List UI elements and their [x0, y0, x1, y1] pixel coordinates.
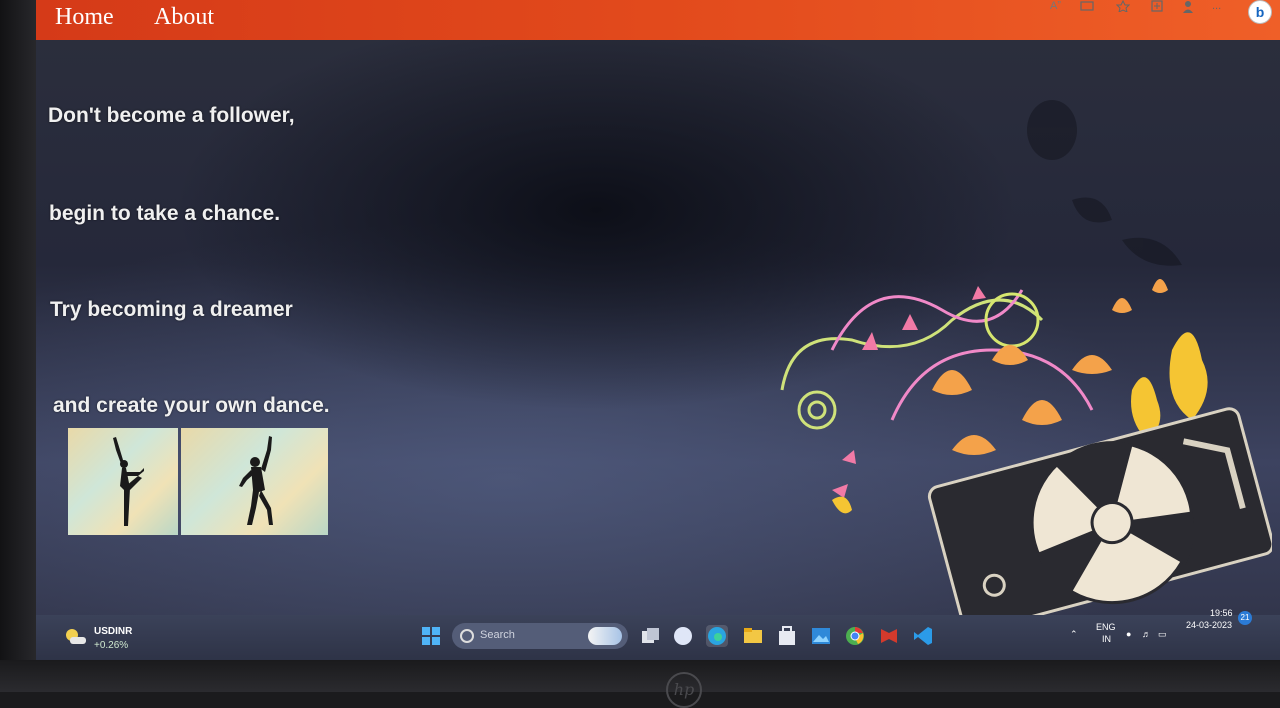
task-view-icon[interactable] [639, 625, 661, 647]
clock-date[interactable]: 24-03-2023 [1186, 620, 1232, 630]
show-hidden-icons-button[interactable]: ⌃ [1070, 629, 1078, 640]
collections-icon[interactable] [1150, 0, 1164, 16]
chrome-icon[interactable] [844, 625, 866, 647]
quote-line-2: begin to take a chance. [49, 202, 281, 225]
wifi-icon[interactable]: ● [1126, 629, 1131, 639]
chat-icon[interactable] [672, 625, 694, 647]
search-icon [460, 629, 474, 643]
photos-icon[interactable] [810, 625, 832, 647]
windows-taskbar: USDINR +0.26% Search ⌃ ENG IN ● ♬ ▭ 19:5… [36, 608, 1280, 660]
dancer-image-1 [68, 428, 178, 535]
notification-badge[interactable]: 21 [1238, 611, 1252, 625]
dancer-silhouette-1 [113, 437, 144, 526]
nav-about-link[interactable]: About [154, 4, 214, 31]
nav-home-link[interactable]: Home [55, 4, 114, 31]
file-explorer-icon[interactable] [742, 625, 764, 647]
ticker-symbol[interactable]: USDINR [94, 626, 132, 637]
weather-widget-icon[interactable] [64, 627, 88, 647]
search-highlight-icon [588, 627, 622, 645]
more-icon[interactable]: ... [1212, 0, 1221, 16]
monitor-bezel-bottom [0, 660, 1280, 692]
dancer-silhouette-2 [239, 436, 273, 525]
mcafee-icon[interactable] [878, 625, 900, 647]
edge-icon[interactable] [706, 625, 728, 647]
dancer-image-2 [181, 428, 328, 535]
ticker-change: +0.26% [94, 640, 129, 651]
volume-icon[interactable]: ♬ [1142, 629, 1151, 639]
windows-start-icon[interactable] [420, 625, 442, 647]
language-indicator[interactable]: ENG [1096, 622, 1116, 632]
taskbar-search-box[interactable]: Search [452, 623, 628, 649]
immersive-reader-icon[interactable] [1080, 0, 1094, 16]
floral-turntable-artwork [780, 100, 1272, 615]
hp-logo: hp [666, 672, 702, 708]
favorites-icon[interactable] [1115, 0, 1131, 16]
bing-icon[interactable]: b [1248, 0, 1272, 24]
quote-line-3: Try becoming a dreamer [50, 298, 293, 321]
store-icon[interactable] [776, 625, 798, 647]
battery-icon[interactable]: ▭ [1158, 629, 1167, 640]
read-aloud-icon[interactable]: Aˮ [1050, 0, 1061, 16]
vscode-icon[interactable] [912, 625, 934, 647]
screen: Home About Aˮ ... b Don't become a follo… [36, 0, 1280, 660]
monitor-bezel-left [0, 0, 40, 692]
clock-time[interactable]: 19:56 [1210, 608, 1233, 618]
quote-line-1: Don't become a follower, [48, 104, 295, 127]
quote-line-4: and create your own dance. [53, 394, 330, 417]
search-input[interactable]: Search [480, 629, 515, 641]
site-navbar: Home About Aˮ ... b [36, 0, 1280, 40]
profile-icon[interactable] [1182, 0, 1194, 16]
region-indicator[interactable]: IN [1102, 634, 1111, 644]
